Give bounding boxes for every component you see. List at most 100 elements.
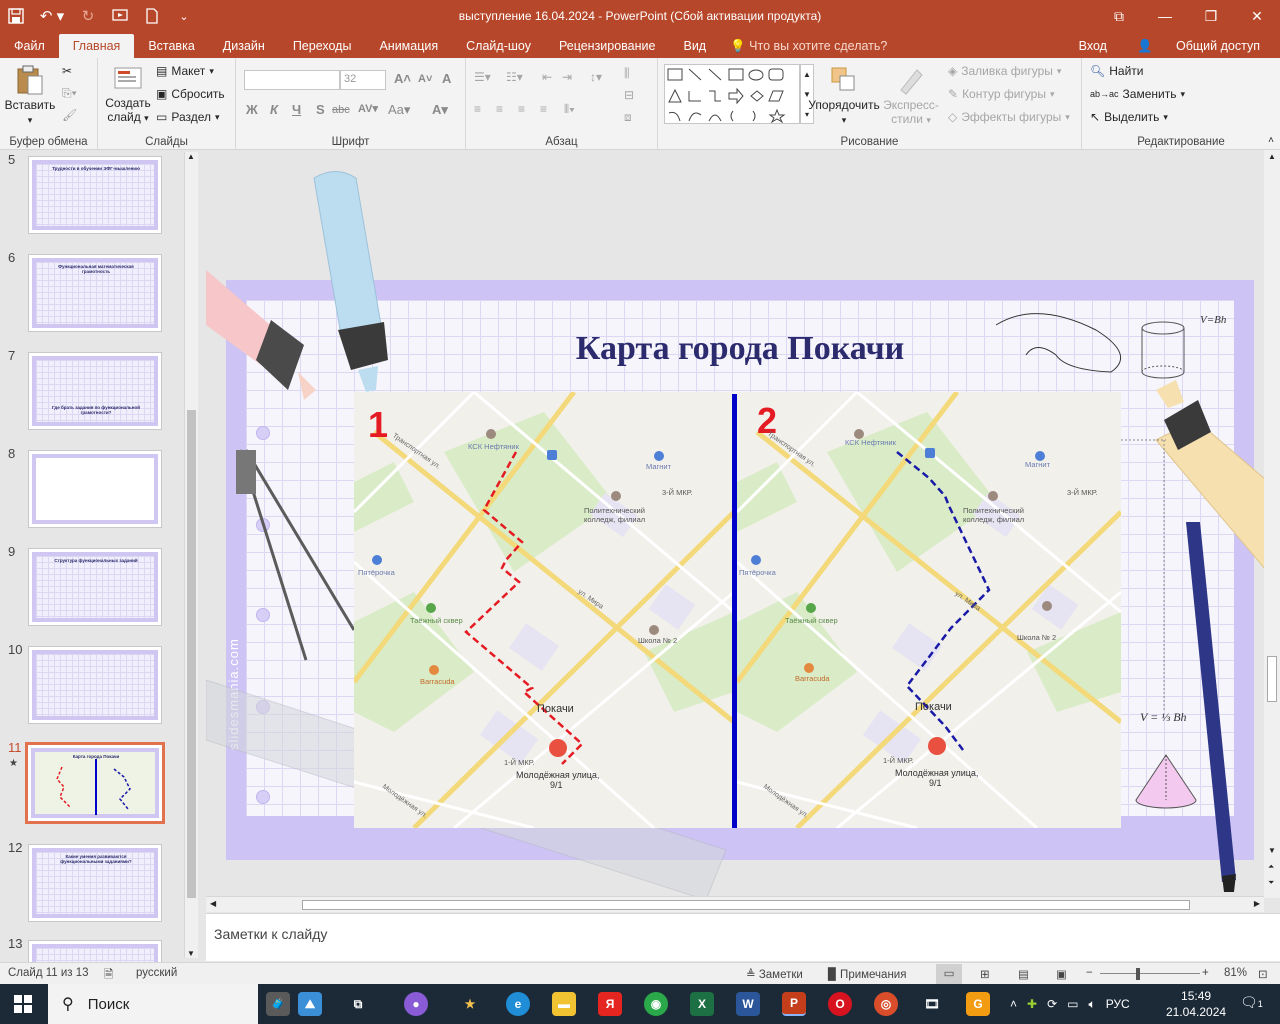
slide-thumbnail-5[interactable]: Трудности в обучении ЭФГ-мышлению (28, 156, 162, 234)
find-button[interactable]: 🔍︎ Найти (1090, 64, 1143, 78)
map-left[interactable]: 1 КСК Нефтяник Транспортная ул. Магнит П… (354, 392, 734, 828)
word-app-icon[interactable]: W (736, 992, 760, 1016)
shapes-gallery[interactable] (664, 64, 800, 124)
map-right[interactable]: 2 КСК Нефтяник Транспортная ул. Магнит П… (737, 392, 1121, 828)
shape-outline-button[interactable]: ✎ Контур фигуры ▾ (948, 87, 1055, 101)
media-app-icon[interactable]: 🎞 (920, 992, 944, 1016)
bullets-icon[interactable]: ☰▾ (474, 70, 491, 84)
replace-button[interactable]: ab→ac Заменить ▾ (1090, 87, 1185, 101)
zoom-slider-handle[interactable] (1136, 968, 1140, 980)
slide-thumbnail-7[interactable]: Где брать задания по функциональной грам… (28, 352, 162, 430)
tab-home[interactable]: Главная (58, 34, 135, 58)
file-explorer-icon[interactable]: ▬ (552, 992, 576, 1016)
excel-app-icon[interactable]: X (690, 992, 714, 1016)
tab-view[interactable]: Вид (669, 34, 720, 58)
arrange-button[interactable]: Упорядочить ▾ (806, 64, 882, 127)
select-button[interactable]: ↖ Выделить ▾ (1090, 110, 1168, 124)
scroll-right-icon[interactable]: ▶ (1254, 899, 1260, 908)
zoom-level[interactable]: 81% (1224, 967, 1247, 979)
slide-thumbnail-10[interactable] (28, 646, 162, 724)
clock[interactable]: 15:49 21.04.2024 (1166, 988, 1226, 1020)
chrome-browser-icon[interactable]: ◉ (644, 992, 668, 1016)
paste-button[interactable]: Вставить ▾ (4, 64, 56, 127)
save-icon[interactable] (0, 0, 32, 32)
star-app-icon[interactable]: ★ (458, 992, 482, 1016)
sign-in-link[interactable]: Вход (1069, 34, 1117, 58)
previous-slide-icon[interactable]: ⏶ (1268, 862, 1274, 872)
justify-icon[interactable]: ≡ (540, 102, 547, 116)
layout-button[interactable]: ▤ Макет ▾ (156, 64, 214, 78)
cut-icon[interactable]: ✂ (62, 64, 72, 78)
slide-title[interactable]: Карта города Покачи (226, 330, 1254, 368)
decrease-indent-icon[interactable]: ⇤ (542, 70, 552, 84)
g-app-icon[interactable]: G (966, 992, 990, 1016)
new-file-icon[interactable] (136, 0, 168, 32)
shadow-button[interactable]: S (316, 102, 325, 117)
quick-styles-button[interactable]: Экспресс- стили ▾ (880, 64, 942, 127)
fit-slide-icon[interactable]: ⊡ (1258, 967, 1268, 981)
zoom-slider[interactable] (1100, 973, 1200, 974)
tab-file[interactable]: Файл (0, 34, 59, 58)
from-beginning-icon[interactable] (104, 0, 136, 32)
tray-sync-icon[interactable]: ⟳ (1047, 997, 1057, 1011)
tab-design[interactable]: Дизайн (209, 34, 279, 58)
font-color-button[interactable]: A▾ (432, 102, 448, 118)
strikethrough-button[interactable]: abc (332, 104, 350, 116)
notes-pane[interactable]: Заметки к слайду (206, 913, 1280, 961)
line-spacing-icon[interactable]: ↕▾ (590, 70, 602, 84)
font-name-combo[interactable] (244, 70, 340, 90)
taskbar-search-box[interactable]: ⚲ Поиск (48, 984, 258, 1024)
char-spacing-button[interactable]: AV▾ (358, 102, 378, 115)
share-button[interactable]: 👤 Общий доступ (1117, 34, 1280, 58)
notes-toggle[interactable]: ≜ Заметки (746, 967, 803, 981)
normal-view-icon[interactable]: ▭ (936, 964, 962, 984)
columns-icon[interactable]: ⫴▾ (564, 102, 575, 117)
slide-thumbnail-8[interactable] (28, 450, 162, 528)
scrollbar-thumb[interactable] (1267, 656, 1277, 702)
language-indicator[interactable]: русский (136, 967, 177, 979)
zoom-out-icon[interactable]: − (1086, 967, 1093, 979)
next-slide-icon[interactable]: ⏷ (1268, 878, 1274, 888)
edge-browser-icon[interactable]: e (506, 992, 530, 1016)
scroll-up-icon[interactable]: ▲ (1268, 152, 1276, 161)
tab-transitions[interactable]: Переходы (279, 34, 366, 58)
camera-app-icon[interactable]: ◎ (874, 992, 898, 1016)
comments-toggle[interactable]: ▉ Примечания (828, 967, 906, 981)
shape-effects-button[interactable]: ◇ Эффекты фигуры ▾ (948, 110, 1070, 124)
close-icon[interactable]: ✕ (1234, 0, 1280, 32)
align-right-icon[interactable]: ≡ (518, 102, 525, 116)
align-left-icon[interactable]: ≡ (474, 102, 481, 116)
tab-review[interactable]: Рецензирование (545, 34, 670, 58)
yandex-browser-icon[interactable]: Я (598, 992, 622, 1016)
italic-button[interactable]: К (270, 102, 278, 117)
minimize-icon[interactable]: — (1142, 0, 1188, 32)
smartart-icon[interactable]: ⧈ (624, 110, 632, 125)
collapse-ribbon-icon[interactable]: ˄ (1268, 135, 1274, 146)
underline-button[interactable]: Ч (292, 102, 301, 117)
scrollbar-thumb[interactable] (302, 900, 1190, 910)
undo-icon[interactable]: ↶ ▾ (32, 0, 72, 32)
tab-animations[interactable]: Анимация (365, 34, 452, 58)
text-direction-icon[interactable]: ⫼ (624, 66, 630, 81)
shape-fill-button[interactable]: ◈ Заливка фигуры ▾ (948, 64, 1061, 78)
network-icon[interactable]: ▭ (1067, 997, 1078, 1011)
volume-icon[interactable]: 🔈︎ (1088, 997, 1095, 1012)
numbering-icon[interactable]: ☷▾ (506, 70, 523, 84)
tray-expand-icon[interactable]: ˄ (1010, 997, 1017, 1011)
task-view-icon[interactable]: ⧉ (346, 992, 370, 1016)
restore-icon[interactable]: ❐ (1188, 0, 1234, 32)
scroll-left-icon[interactable]: ◀ (210, 899, 216, 908)
powerpoint-app-icon[interactable]: P (782, 992, 806, 1016)
slide-sorter-icon[interactable]: ⊞ (980, 967, 990, 981)
slide-thumbnail-6[interactable]: Функциональная математическая грамотност… (28, 254, 162, 332)
input-language[interactable]: РУС (1106, 997, 1130, 1011)
tell-me-box[interactable]: 💡 Что вы хотите сделать? (720, 34, 897, 58)
bag-app-icon[interactable]: 🧳 (266, 992, 290, 1016)
notification-center-icon[interactable]: 🗨︎1 (1240, 994, 1263, 1011)
reset-button[interactable]: ▣ Сбросить (156, 87, 225, 101)
tab-slideshow[interactable]: Слайд-шоу (452, 34, 545, 58)
thumbnails-scrollbar[interactable]: ▲ ▼ (184, 152, 198, 958)
slide-thumbnail-9[interactable]: Структура функциональных заданий (28, 548, 162, 626)
customize-toolbar-icon[interactable]: ⌄ (168, 0, 200, 32)
increase-indent-icon[interactable]: ⇥ (562, 70, 572, 84)
